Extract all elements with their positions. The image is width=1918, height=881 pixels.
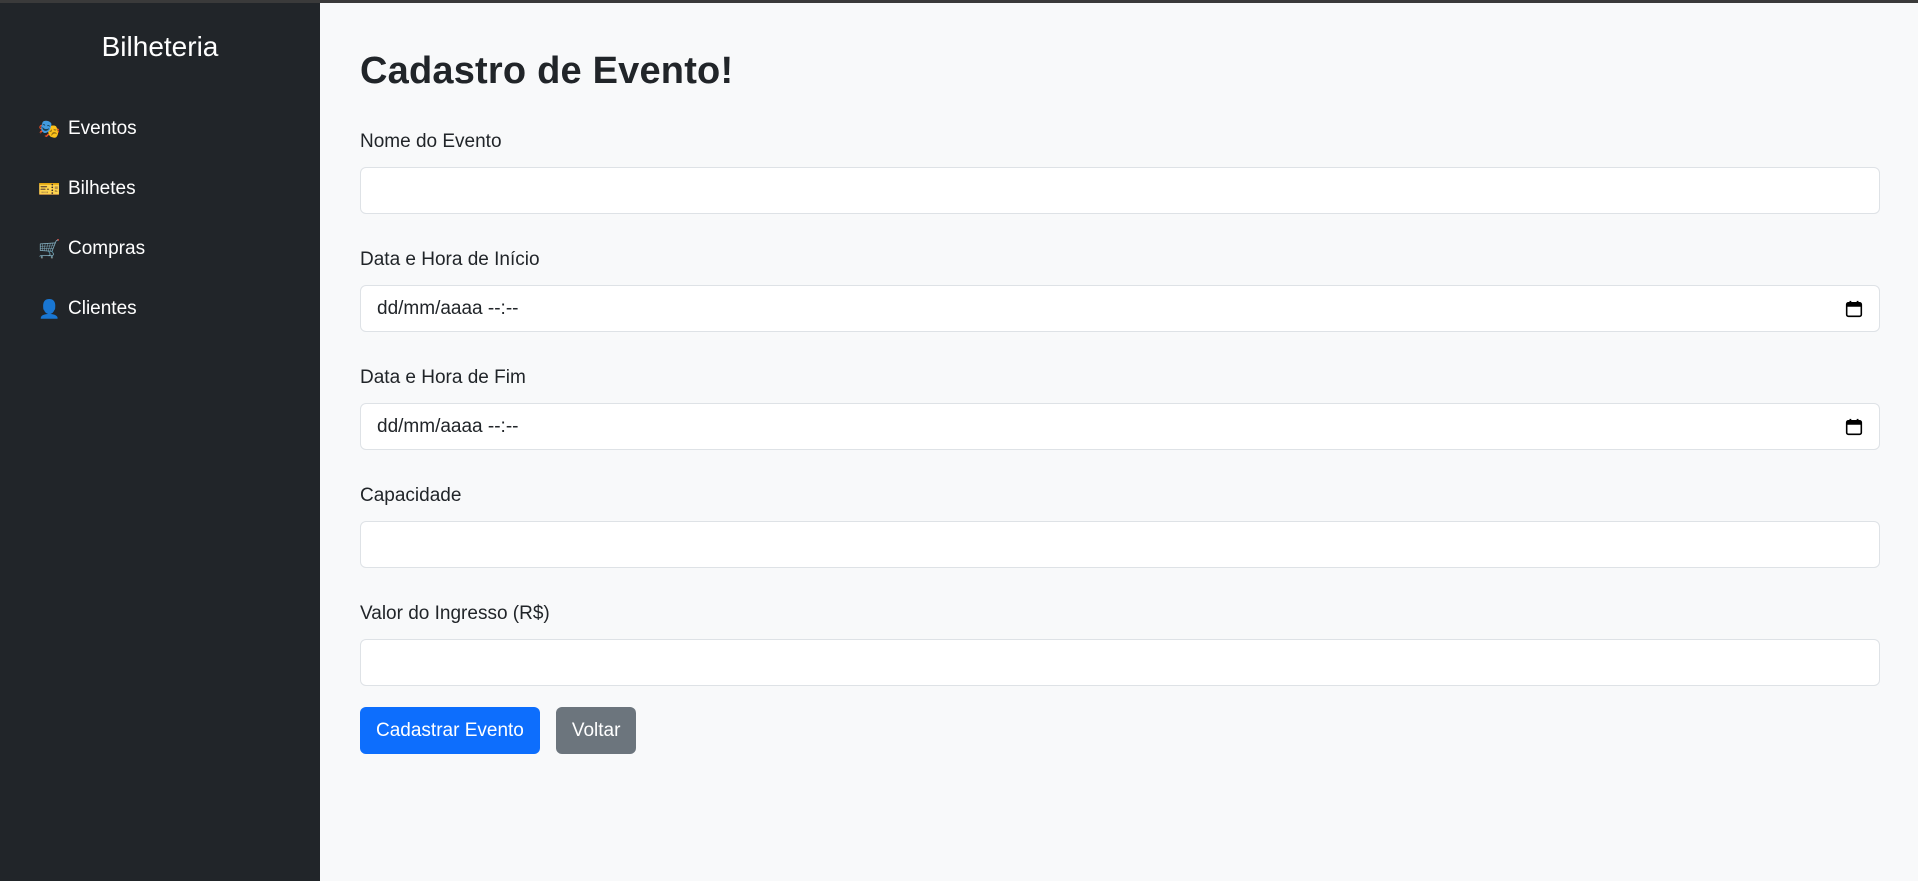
data-fim-input[interactable]: dd/mm/aaaa --:--	[360, 403, 1880, 450]
shopping-cart-icon: 🛒	[38, 239, 61, 259]
form-actions: Cadastrar Evento Voltar	[360, 707, 1880, 754]
data-fim-value: dd/mm/aaaa --:--	[377, 415, 519, 437]
sidebar-item-label: Bilhetes	[68, 178, 136, 199]
capacidade-input[interactable]	[360, 521, 1880, 568]
sidebar-item-clientes[interactable]: 👤 Clientes	[0, 279, 320, 339]
theater-masks-icon: 🎭	[38, 119, 61, 139]
data-inicio-value: dd/mm/aaaa --:--	[377, 297, 519, 319]
sidebar-item-label: Clientes	[68, 298, 137, 319]
person-icon: 👤	[38, 299, 61, 319]
valor-ingresso-input[interactable]	[360, 639, 1880, 686]
sidebar-item-eventos[interactable]: 🎭 Eventos	[0, 99, 320, 159]
calendar-icon[interactable]	[1845, 418, 1863, 436]
sidebar-item-label: Compras	[68, 238, 146, 259]
page-title: Cadastro de Evento!	[360, 50, 734, 92]
nome-evento-label: Nome do Evento	[360, 131, 502, 152]
capacidade-label: Capacidade	[360, 485, 462, 506]
sidebar-item-bilhetes[interactable]: 🎫 Bilhetes	[0, 159, 320, 219]
data-inicio-input[interactable]: dd/mm/aaaa --:--	[360, 285, 1880, 332]
voltar-button[interactable]: Voltar	[555, 707, 637, 754]
valor-ingresso-label: Valor do Ingresso (R$)	[360, 603, 550, 624]
data-inicio-label: Data e Hora de Início	[360, 249, 540, 270]
nome-evento-input[interactable]	[360, 167, 1880, 214]
event-form: Nome do Evento Data e Hora de Início dd/…	[360, 128, 1880, 754]
cadastrar-evento-button[interactable]: Cadastrar Evento	[360, 707, 540, 754]
sidebar-nav: 🎭 Eventos 🎫 Bilhetes 🛒 Compras 👤 Cliente…	[0, 99, 320, 339]
main-content: Cadastro de Evento! Nome do Evento Data …	[320, 3, 1918, 881]
calendar-icon[interactable]	[1845, 300, 1863, 318]
sidebar: Bilheteria 🎭 Eventos 🎫 Bilhetes 🛒 Compra…	[0, 3, 320, 881]
sidebar-item-label: Eventos	[68, 118, 137, 139]
brand-title: Bilheteria	[101, 31, 219, 62]
data-fim-label: Data e Hora de Fim	[360, 367, 526, 388]
sidebar-item-compras[interactable]: 🛒 Compras	[0, 219, 320, 279]
ticket-icon: 🎫	[38, 179, 61, 199]
